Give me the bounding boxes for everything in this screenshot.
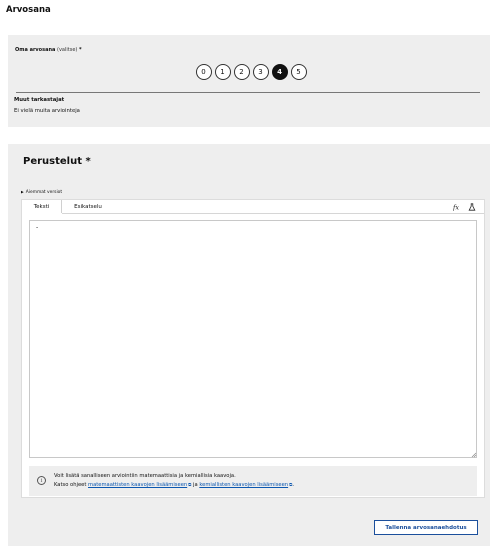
- info-connector: ja: [193, 482, 198, 488]
- info-prefix: Katso ohjeet: [54, 482, 87, 488]
- info-suffix: .: [292, 482, 294, 488]
- divider: [16, 92, 480, 93]
- tab-bar-border: [22, 213, 484, 214]
- tab-preview[interactable]: Esikatselu: [63, 200, 113, 213]
- previous-versions-label: Aiemmat versiot: [25, 190, 63, 195]
- chemistry-icon[interactable]: [467, 202, 476, 211]
- math-formula-help-link[interactable]: matemaattisten kaavojen lisäämiseen: [88, 482, 187, 488]
- info-text: Voit lisätä sanalliseen arviointiin mate…: [54, 473, 236, 479]
- editor-card: Teksti Esikatselu fx - i Voit lisätä san…: [21, 199, 485, 498]
- grade-option-5[interactable]: 5: [290, 64, 307, 80]
- reasons-panel: Perustelut * ▶ Aiemmat versiot Teksti Esi…: [8, 144, 490, 546]
- grade-option-3[interactable]: 3: [252, 64, 269, 80]
- reasons-editor[interactable]: -: [29, 220, 477, 458]
- grade-label-text: Oma arvosana: [15, 47, 56, 53]
- grade-option-0[interactable]: 0: [195, 64, 212, 80]
- required-mark: *: [78, 47, 82, 53]
- previous-versions-toggle[interactable]: ▶ Aiemmat versiot: [21, 190, 62, 195]
- page-title: Arvosana: [6, 5, 51, 15]
- grade-option-4[interactable]: 4: [271, 64, 288, 80]
- external-link-icon: ⧉: [188, 483, 192, 488]
- chemistry-formula-help-link[interactable]: kemiallisten kaavojen lisäämiseen: [199, 482, 288, 488]
- formula-icon[interactable]: fx: [452, 202, 461, 211]
- grade-option-1[interactable]: 1: [214, 64, 231, 80]
- grade-hint: (valitse): [57, 47, 78, 53]
- other-reviewers-title: Muut tarkastajat: [14, 97, 65, 103]
- other-reviewers-text: Ei vielä muita arviointeja: [14, 108, 80, 114]
- active-tab-gap: [22, 213, 62, 214]
- tab-text[interactable]: Teksti: [22, 200, 62, 213]
- save-grade-proposal-button[interactable]: Tallenna arvosanaehdotus: [374, 520, 478, 535]
- svg-text:fx: fx: [453, 203, 459, 211]
- grade-option-2[interactable]: 2: [233, 64, 250, 80]
- info-links-line: Katso ohjeet matemaattisten kaavojen lis…: [54, 482, 294, 488]
- grade-options: 012345: [8, 64, 490, 80]
- grade-panel: Oma arvosana (valitse) * 012345 Muut tar…: [8, 35, 490, 127]
- reasons-title: Perustelut *: [23, 156, 91, 167]
- caret-right-icon: ▶: [21, 190, 24, 194]
- info-box: i Voit lisätä sanalliseen arviointiin ma…: [29, 466, 477, 496]
- grade-label: Oma arvosana (valitse) *: [15, 47, 82, 53]
- resize-handle-icon[interactable]: [471, 452, 477, 458]
- info-icon: i: [37, 476, 46, 485]
